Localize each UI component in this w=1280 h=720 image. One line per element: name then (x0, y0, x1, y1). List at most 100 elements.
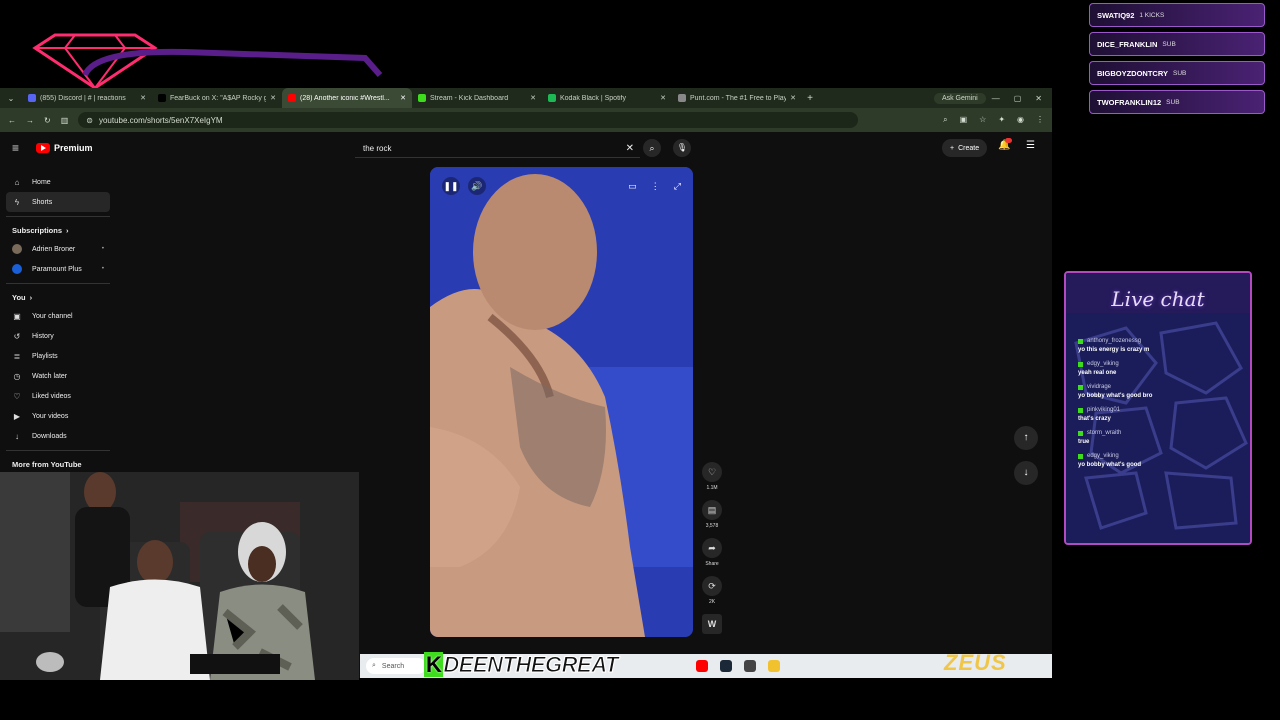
subscription-item[interactable]: Adrien Broner • (6, 239, 110, 259)
maximize-icon[interactable]: ▢ (1014, 94, 1022, 103)
next-short-icon[interactable]: ↓ (1014, 461, 1038, 485)
chat-message: anthony_frozenessg yo this energy is craz… (1078, 338, 1238, 353)
subscription-item[interactable]: Paramount Plus • (6, 259, 110, 279)
sidebar-item-label: Watch later (32, 372, 68, 380)
chat-username: anthony_frozenessg (1087, 338, 1142, 344)
extensions-puzzle-icon[interactable]: ✦ (998, 115, 1005, 125)
close-window-icon[interactable]: ✕ (1035, 94, 1042, 103)
search-value: the rock (363, 143, 392, 153)
channel-logo (32, 33, 383, 90)
alert-type: SUB (1162, 40, 1176, 48)
event-alert: BIGBOYZDONTCRY SUB (1089, 61, 1265, 85)
channel-avatar (12, 244, 22, 254)
kick-badge-icon (1078, 430, 1083, 436)
steam-taskbar-icon[interactable] (720, 660, 732, 672)
profile-icon[interactable]: ◉ (1017, 115, 1024, 125)
sidebar-item-home[interactable]: ⌂ Home (6, 172, 110, 192)
channel-icon: ▣ (13, 311, 21, 321)
sidebar-item-label: Shorts (32, 198, 53, 206)
close-tab-icon[interactable]: ✕ (660, 94, 666, 102)
forward-icon[interactable]: → (26, 116, 34, 125)
back-icon[interactable]: ← (8, 116, 16, 125)
browser-tab[interactable]: (855) Discord | #‌ | reactions ✕ (22, 88, 152, 108)
browser-tab[interactable]: Kodak Black | Spotify ✕ (542, 88, 672, 108)
sidebar-item-your-channel[interactable]: ▣ Your channel (6, 306, 110, 326)
bookmark-star-icon[interactable]: ☆ (979, 115, 986, 125)
channel-avatar-icon[interactable]: W (702, 614, 722, 634)
sidebar-item-your-videos[interactable]: ▶ Your videos (6, 406, 110, 426)
you-heading[interactable]: You › (6, 288, 110, 306)
pause-icon[interactable]: ❚❚ (442, 177, 460, 195)
create-button[interactable]: + Create (942, 139, 988, 157)
close-tab-icon[interactable]: ✕ (140, 94, 146, 102)
chat-user: anthony_frozenessg (1078, 338, 1238, 344)
tab-title: Stream - Kick Dashboard (430, 94, 509, 102)
sidebar-divider (6, 283, 110, 284)
miniplayer-icon[interactable]: ▭ (628, 181, 637, 192)
kick-badge-icon (1078, 407, 1083, 413)
sidebar-item-downloads[interactable]: ↓ Downloads (6, 426, 110, 446)
close-tab-icon[interactable]: ✕ (530, 94, 536, 102)
voice-search-icon[interactable]: 🎙 (673, 139, 691, 157)
more-from-youtube-heading: More from YouTube (12, 459, 82, 469)
sidebar-item-label: Downloads (32, 432, 67, 440)
sidebar-item-label: Liked videos (32, 392, 71, 400)
share-icon[interactable]: ➦ (702, 538, 722, 558)
browser-tab[interactable]: Punt.com - The #1 Free to Play ✕ (672, 88, 802, 108)
volume-icon[interactable]: 🔊 (468, 177, 486, 195)
sidebar-item-watch-later[interactable]: ◷ Watch later (6, 366, 110, 386)
ask-gemini-button[interactable]: Ask Gemini (933, 92, 986, 104)
kick-badge-icon (1078, 384, 1083, 390)
like-icon[interactable]: ♡ (702, 462, 722, 482)
sidebar-item-label: Your videos (32, 412, 69, 420)
remix-icon[interactable]: ⟳ (702, 576, 722, 596)
shorts-video-player[interactable]: ❚❚ 🔊 ▭ ⋮ ⤢ (430, 167, 693, 637)
subscriptions-heading[interactable]: Subscriptions › (6, 221, 110, 239)
youtube-logo[interactable]: Premium (36, 143, 93, 153)
event-alert: TWOFRANKLIN12 SUB (1089, 90, 1265, 114)
minimize-icon[interactable]: — (992, 94, 1000, 103)
browser-tab[interactable]: Stream - Kick Dashboard ✕ (412, 88, 542, 108)
home-icon: ⌂ (14, 177, 20, 187)
sidebar-item-playlists[interactable]: ≣ Playlists (6, 346, 110, 366)
address-bar[interactable]: ⊜ youtube.com/shorts/5enX7XeIgYM (78, 112, 859, 128)
extension-icon[interactable]: ▣ (960, 115, 968, 125)
browser-tab[interactable]: FearBuck on X: "A$AP Rocky g... ✕ (152, 88, 282, 108)
account-menu-icon[interactable]: ☰ (1026, 140, 1035, 151)
subscription-label: Adrien Broner (32, 245, 76, 253)
youtube-taskbar-icon[interactable] (696, 660, 708, 672)
browser-menu-icon[interactable]: ⋮ (1036, 115, 1044, 125)
sponsor-logo: ZEUS (944, 650, 1007, 675)
clear-search-icon[interactable]: ✕ (626, 143, 634, 154)
zoom-icon[interactable]: ⌕ (943, 115, 947, 125)
chat-message: storm_wraith true (1078, 430, 1238, 445)
close-tab-icon[interactable]: ✕ (270, 94, 276, 102)
shorts-action-rail: ♡ 1.1M ▤ 3,578 ➦ Share ⟳ 2K W (700, 462, 724, 634)
comments-icon[interactable]: ▤ (702, 500, 722, 520)
toolbar: ← → ↻ ▥ ⊜ youtube.com/shorts/5enX7XeIgYM… (0, 108, 1052, 132)
app-taskbar-icon[interactable] (744, 660, 756, 672)
sidebar-item-liked-videos[interactable]: ♡ Liked videos (6, 386, 110, 406)
more-options-icon[interactable]: ⋮ (651, 181, 660, 192)
chat-text: yo bobby what's good bro (1078, 393, 1153, 399)
chat-message: edgy_viking yo bobby what's good (1078, 453, 1238, 468)
close-tab-icon[interactable]: ✕ (400, 94, 406, 102)
sidebar-item-shorts[interactable]: ϟ Shorts (6, 192, 110, 212)
new-tab-button[interactable]: + (802, 93, 818, 104)
close-tab-icon[interactable]: ✕ (790, 94, 796, 102)
reload-icon[interactable]: ↻ (44, 116, 51, 125)
file-explorer-taskbar-icon[interactable] (768, 660, 780, 672)
chat-user: storm_wraith (1078, 430, 1238, 436)
site-info-icon[interactable]: ⊜ (86, 116, 93, 125)
browser-tab[interactable]: (28) Another iconic #Wrestl... ✕ (282, 88, 412, 108)
kick-logo-icon: K (424, 652, 444, 677)
sidebar-item-history[interactable]: ↺ History (6, 326, 110, 346)
fullscreen-icon[interactable]: ⤢ (674, 181, 681, 192)
sidebar-toggle-icon[interactable]: ▥ (61, 116, 69, 125)
taskbar-search[interactable]: ⌕ Search (366, 658, 426, 674)
search-button[interactable]: ⌕ (643, 139, 661, 157)
search-input[interactable]: the rock ✕ (355, 139, 640, 158)
tab-search-icon[interactable]: ⌄ (0, 94, 22, 103)
previous-short-icon[interactable]: ↑ (1014, 426, 1038, 450)
hamburger-menu-icon[interactable]: ≡ (12, 141, 36, 155)
